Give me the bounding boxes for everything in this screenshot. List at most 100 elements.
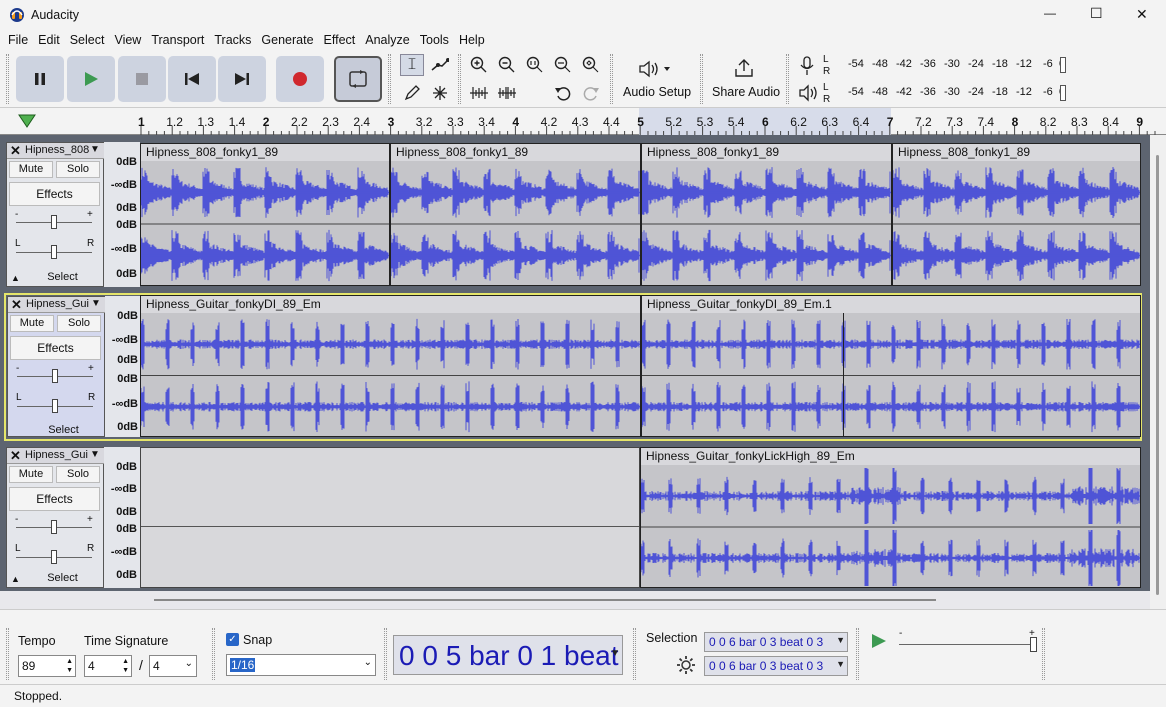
toolbar-grip[interactable] xyxy=(212,628,215,680)
toolbar-grip[interactable] xyxy=(610,54,613,104)
skip-to-start-button[interactable] xyxy=(168,56,216,102)
tracks-area[interactable]: ✕ Hipness_808 ▼ Mute Solo Effects - + L … xyxy=(0,135,1166,609)
mute-button[interactable]: Mute xyxy=(9,161,53,178)
gear-icon[interactable] xyxy=(676,655,696,678)
clip-title[interactable]: Hipness_Guitar_fonkyDI_89_Em xyxy=(141,296,640,313)
close-track-icon[interactable]: ✕ xyxy=(10,448,21,464)
track-name[interactable]: Hipness_Gui xyxy=(25,449,88,461)
mute-button[interactable]: Mute xyxy=(10,315,54,332)
play-speed-slider[interactable] xyxy=(1030,637,1037,652)
gain-slider[interactable] xyxy=(52,369,58,383)
select-track-button[interactable]: Select xyxy=(26,423,101,440)
share-audio-button[interactable]: Share Audio xyxy=(708,54,780,104)
format-dropdown-icon[interactable]: ▼ xyxy=(836,659,845,669)
spinner-icon[interactable]: ▲ ▼ xyxy=(122,657,129,675)
format-dropdown-icon[interactable]: ▼ xyxy=(610,634,620,674)
playback-meter[interactable]: -54 -48 -42 -36 -30 -24 -18 -12 -6 0 xyxy=(834,84,1066,102)
effects-button[interactable]: Effects xyxy=(9,487,100,511)
track-name[interactable]: Hipness_808 xyxy=(25,144,89,156)
clip-title[interactable]: Hipness_Guitar_fonkyDI_89_Em.1 xyxy=(642,296,1140,313)
clip-title[interactable]: Hipness_Guitar_fonkyLickHigh_89_Em xyxy=(641,448,1140,465)
audio-clip[interactable]: Hipness_Guitar_fonkyDI_89_Em.1 xyxy=(641,295,1141,437)
select-track-button[interactable]: Select xyxy=(25,270,100,287)
time-signature-denominator[interactable]: 4 ⌄ xyxy=(149,655,197,677)
audio-clip[interactable]: Hipness_808_fonky1_89 xyxy=(641,143,892,286)
solo-button[interactable]: Solo xyxy=(56,466,100,483)
play-button[interactable] xyxy=(67,56,115,102)
menu-tools[interactable]: Tools xyxy=(420,30,449,47)
effects-button[interactable]: Effects xyxy=(10,336,101,360)
empty-track-region[interactable] xyxy=(140,447,640,588)
audio-clip[interactable]: Hipness_Guitar_fonkyDI_89_Em xyxy=(140,295,641,437)
menu-select[interactable]: Select xyxy=(70,30,105,47)
format-dropdown-icon[interactable]: ▼ xyxy=(836,635,845,645)
tempo-input[interactable]: 89 ▲ ▼ xyxy=(18,655,76,677)
fit-selection-button[interactable] xyxy=(523,54,547,76)
time-signature-numerator[interactable]: 4 ▲ ▼ xyxy=(84,655,132,677)
spinner-icon[interactable]: ▲ ▼ xyxy=(66,657,73,675)
clip-title[interactable]: Hipness_808_fonky1_89 xyxy=(642,144,891,161)
vertical-scroll-thumb[interactable] xyxy=(1156,155,1159,595)
selection-tool-button[interactable]: 𝙸 xyxy=(400,54,424,76)
selection-end-display[interactable]: 0 0 6 bar 0 3 beat 0 3 ▼ xyxy=(704,656,848,676)
clip-title[interactable]: Hipness_808_fonky1_89 xyxy=(141,144,389,161)
track-menu-icon[interactable]: ▼ xyxy=(90,144,100,155)
track-1[interactable]: ✕ Hipness_808 ▼ Mute Solo Effects - + L … xyxy=(4,140,1142,290)
clip-title[interactable]: Hipness_808_fonky1_89 xyxy=(391,144,640,161)
minimize-button[interactable]: — xyxy=(1044,6,1056,20)
menu-tracks[interactable]: Tracks xyxy=(214,30,251,47)
track-name-bar[interactable]: ✕ Hipness_808 ▼ xyxy=(7,143,105,159)
track-name-bar[interactable]: ✕ Hipness_Gui ▼ xyxy=(7,448,105,464)
collapse-track-icon[interactable]: ▲ xyxy=(11,574,20,584)
menu-effect[interactable]: Effect xyxy=(324,30,356,47)
selection-start-display[interactable]: 0 0 6 bar 0 3 beat 0 3 ▼ xyxy=(704,632,848,652)
zoom-out-button[interactable] xyxy=(495,54,519,76)
track-menu-icon[interactable]: ▼ xyxy=(90,449,100,460)
loop-button[interactable] xyxy=(334,56,382,102)
gain-slider[interactable] xyxy=(51,215,57,229)
snap-to-select[interactable]: 1/16 ⌄ xyxy=(226,654,376,676)
undo-button[interactable] xyxy=(551,82,575,104)
effects-button[interactable]: Effects xyxy=(9,182,100,206)
redo-button[interactable] xyxy=(579,82,603,104)
draw-tool-button[interactable] xyxy=(400,82,424,104)
menu-transport[interactable]: Transport xyxy=(151,30,204,47)
track-name-bar[interactable]: ✕ Hipness_Gui ▼ xyxy=(8,297,106,313)
track-vertical-scale[interactable]: 0dB -∞dB 0dB 0dB -∞dB 0dB xyxy=(104,447,140,588)
vertical-scrollbar[interactable] xyxy=(1150,135,1166,609)
pan-slider[interactable] xyxy=(51,245,57,259)
toolbar-grip[interactable] xyxy=(6,54,9,104)
trim-button[interactable] xyxy=(467,82,491,104)
menu-view[interactable]: View xyxy=(114,30,141,47)
track-menu-icon[interactable]: ▼ xyxy=(91,298,101,309)
collapse-track-icon[interactable]: ▲ xyxy=(11,273,20,283)
toolbar-grip[interactable] xyxy=(786,54,789,104)
stop-button[interactable] xyxy=(118,56,166,102)
microphone-icon[interactable] xyxy=(798,56,816,79)
menu-analyze[interactable]: Analyze xyxy=(365,30,409,47)
record-meter[interactable]: -54 -48 -42 -36 -30 -24 -18 -12 -6 0 xyxy=(834,56,1066,74)
play-at-speed-button[interactable] xyxy=(870,632,888,653)
menu-file[interactable]: File xyxy=(8,30,28,47)
menu-help[interactable]: Help xyxy=(459,30,485,47)
track-3[interactable]: ✕ Hipness_Gui ▼ Mute Solo Effects - + L … xyxy=(4,445,1142,589)
toolbar-grip[interactable] xyxy=(6,628,9,680)
speaker-icon[interactable] xyxy=(798,84,818,105)
snap-checkbox[interactable]: ✓ xyxy=(226,633,239,646)
toolbar-grip[interactable] xyxy=(458,54,461,104)
silence-button[interactable] xyxy=(495,82,519,104)
select-track-button[interactable]: Select xyxy=(25,571,100,588)
pan-slider[interactable] xyxy=(52,399,58,413)
horizontal-scrollbar[interactable] xyxy=(0,591,1150,609)
record-button[interactable] xyxy=(276,56,324,102)
solo-button[interactable]: Solo xyxy=(56,161,100,178)
toolbar-grip[interactable] xyxy=(388,54,391,104)
clip-title[interactable]: Hipness_808_fonky1_89 xyxy=(893,144,1140,161)
audio-clip[interactable]: Hipness_808_fonky1_89 xyxy=(390,143,641,286)
zoom-in-button[interactable] xyxy=(467,54,491,76)
audio-clip[interactable]: Hipness_Guitar_fonkyLickHigh_89_Em xyxy=(640,447,1141,588)
menu-edit[interactable]: Edit xyxy=(38,30,60,47)
toolbar-grip[interactable] xyxy=(633,628,636,680)
close-track-icon[interactable]: ✕ xyxy=(10,143,21,159)
toolbar-grip[interactable] xyxy=(856,628,859,680)
